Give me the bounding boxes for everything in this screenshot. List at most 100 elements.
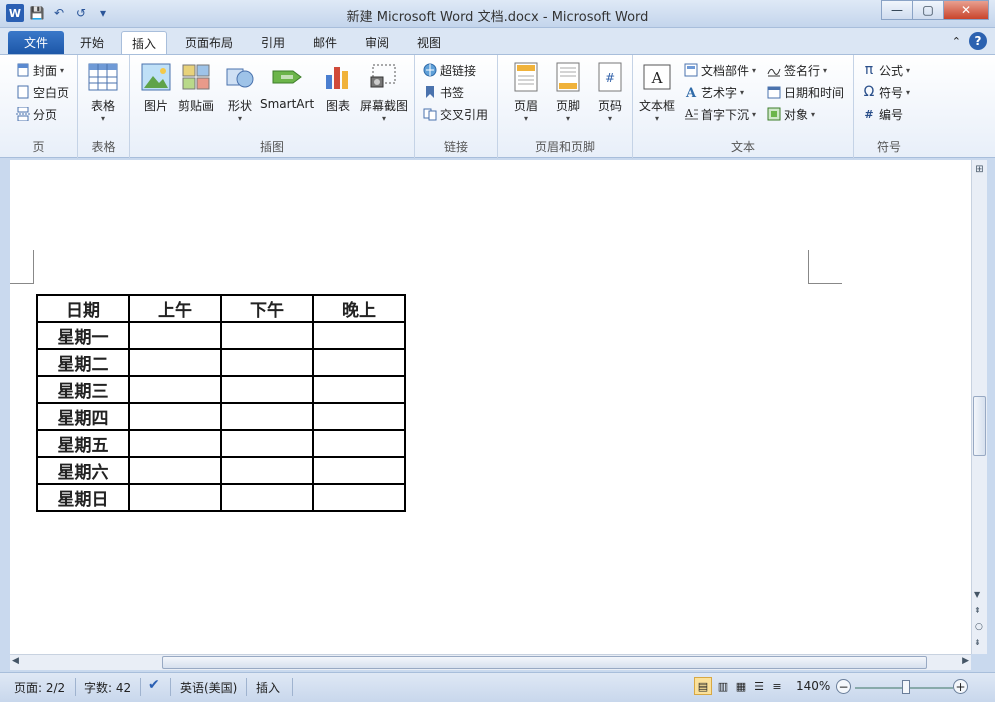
quick-parts-button[interactable]: 文档部件 ▾: [684, 60, 756, 80]
equation-button[interactable]: π 公式 ▾: [862, 60, 910, 80]
drop-cap-button[interactable]: A 首字下沉 ▾: [684, 104, 756, 124]
shapes-button[interactable]: 形状 ▾: [224, 61, 256, 123]
table-cell[interactable]: [312, 483, 406, 512]
symbol-button[interactable]: Ω 符号 ▾: [862, 82, 910, 102]
zoom-in-button[interactable]: +: [953, 679, 968, 694]
cover-page-button[interactable]: 封面 ▾: [16, 60, 64, 80]
table-cell[interactable]: [128, 321, 222, 350]
table-cell[interactable]: 星期四: [36, 402, 130, 431]
table-cell[interactable]: 星期三: [36, 375, 130, 404]
table-cell[interactable]: [312, 321, 406, 350]
help-icon[interactable]: ?: [969, 32, 987, 50]
table-cell[interactable]: [220, 456, 314, 485]
tab-review[interactable]: 审阅: [355, 31, 399, 54]
tab-references[interactable]: 引用: [251, 31, 295, 54]
previous-page-icon[interactable]: ⇞: [974, 606, 981, 615]
draft-view-icon[interactable]: ≡: [768, 677, 786, 695]
table-cell[interactable]: [312, 456, 406, 485]
table-cell[interactable]: [128, 402, 222, 431]
tab-file[interactable]: 文件: [8, 31, 64, 54]
print-layout-view-icon[interactable]: ▤: [694, 677, 712, 695]
table-header-cell[interactable]: 晚上: [312, 294, 406, 323]
zoom-level[interactable]: 140%: [796, 679, 830, 693]
horizontal-scroll-thumb[interactable]: [162, 656, 927, 669]
page-number-button[interactable]: # 页码 ▾: [594, 61, 626, 123]
table-cell[interactable]: [220, 375, 314, 404]
tab-home[interactable]: 开始: [70, 31, 114, 54]
table-cell[interactable]: 星期日: [36, 483, 130, 512]
table-cell[interactable]: [312, 429, 406, 458]
status-word-count[interactable]: 字数: 42: [84, 679, 131, 696]
blank-page-button[interactable]: 空白页: [16, 82, 69, 102]
numbering-button[interactable]: # 编号: [862, 104, 903, 124]
status-page-count[interactable]: 页面: 2/2: [14, 679, 65, 696]
browse-object-icon[interactable]: ○: [975, 622, 983, 632]
scroll-right-arrow-icon[interactable]: ▶: [962, 656, 969, 666]
screenshot-button[interactable]: 屏幕截图 ▾: [360, 61, 408, 123]
hyperlink-icon: [423, 63, 437, 77]
cross-reference-button[interactable]: 交叉引用: [423, 104, 488, 124]
hyperlink-button[interactable]: 超链接: [423, 60, 476, 80]
scroll-down-arrow-icon[interactable]: ▼: [974, 590, 980, 599]
table-cell[interactable]: 星期五: [36, 429, 130, 458]
table-header-cell[interactable]: 上午: [128, 294, 222, 323]
zoom-slider-thumb[interactable]: [902, 680, 910, 694]
document-page[interactable]: 日期 上午 下午 晚上 星期一 星期二 星期三 星期四 星期五 星期六 星期日: [10, 160, 971, 654]
status-insert-mode[interactable]: 插入: [256, 679, 280, 696]
tab-insert[interactable]: 插入: [121, 31, 168, 54]
table-cell[interactable]: [220, 321, 314, 350]
textbox-button[interactable]: A 文本框 ▾: [639, 61, 675, 123]
wordart-button[interactable]: A 艺术字 ▾: [684, 82, 744, 102]
next-page-icon[interactable]: ⇟: [974, 638, 981, 647]
tab-view[interactable]: 视图: [407, 31, 451, 54]
outline-view-icon[interactable]: ☰: [750, 677, 768, 695]
table-header-cell[interactable]: 日期: [36, 294, 130, 323]
status-language[interactable]: 英语(美国): [180, 679, 237, 696]
object-button[interactable]: 对象 ▾: [767, 104, 815, 124]
picture-button[interactable]: 图片: [140, 61, 172, 114]
proofing-check-icon[interactable]: ✔: [148, 677, 160, 693]
clipart-button[interactable]: 剪贴画: [178, 61, 214, 114]
date-time-button[interactable]: 日期和时间: [767, 82, 844, 102]
table-cell[interactable]: 星期六: [36, 456, 130, 485]
table-cell[interactable]: [128, 348, 222, 377]
table-cell[interactable]: [128, 456, 222, 485]
ruler-toggle-icon[interactable]: ⊞: [973, 164, 986, 178]
week-schedule-table[interactable]: 日期 上午 下午 晚上 星期一 星期二 星期三 星期四 星期五 星期六 星期日: [36, 294, 406, 512]
tab-page-layout[interactable]: 页面布局: [175, 31, 243, 54]
maximize-button[interactable]: ▢: [912, 0, 944, 20]
full-screen-reading-view-icon[interactable]: ▥: [714, 677, 732, 695]
table-cell[interactable]: 星期一: [36, 321, 130, 350]
smartart-button[interactable]: SmartArt: [260, 61, 314, 111]
scroll-left-arrow-icon[interactable]: ◀: [12, 656, 19, 666]
table-button[interactable]: 表格 ▾: [87, 61, 119, 123]
bookmark-button[interactable]: 书签: [423, 82, 464, 102]
table-cell[interactable]: [128, 375, 222, 404]
minimize-ribbon-icon[interactable]: ⌃: [952, 35, 961, 48]
table-cell[interactable]: [128, 483, 222, 512]
table-cell[interactable]: [312, 348, 406, 377]
table-header-cell[interactable]: 下午: [220, 294, 314, 323]
table-cell[interactable]: 星期二: [36, 348, 130, 377]
table-cell[interactable]: [220, 348, 314, 377]
vertical-scrollbar[interactable]: ⊞ ▼ ⇞ ○ ⇟: [971, 160, 987, 654]
table-cell[interactable]: [220, 429, 314, 458]
minimize-button[interactable]: —: [881, 0, 913, 20]
table-cell[interactable]: [220, 402, 314, 431]
web-layout-view-icon[interactable]: ▦: [732, 677, 750, 695]
table-cell[interactable]: [312, 402, 406, 431]
close-button[interactable]: ✕: [943, 0, 989, 20]
tab-mailings[interactable]: 邮件: [303, 31, 347, 54]
signature-line-button[interactable]: 签名行 ▾: [767, 60, 827, 80]
table-cell[interactable]: [220, 483, 314, 512]
zoom-out-button[interactable]: −: [836, 679, 851, 694]
page-break-button[interactable]: 分页: [16, 104, 57, 124]
table-cell[interactable]: [128, 429, 222, 458]
chart-button[interactable]: 图表: [322, 61, 354, 114]
table-row: 星期四: [36, 402, 406, 431]
vertical-scroll-thumb[interactable]: [973, 396, 986, 456]
footer-button[interactable]: 页脚 ▾: [552, 61, 584, 123]
header-button[interactable]: 页眉 ▾: [510, 61, 542, 123]
horizontal-scrollbar[interactable]: ◀ ▶: [10, 654, 971, 670]
table-cell[interactable]: [312, 375, 406, 404]
